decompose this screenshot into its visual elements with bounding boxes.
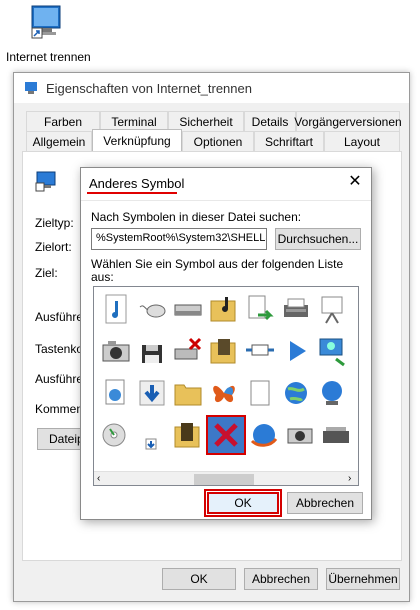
shortcut-icon bbox=[35, 170, 57, 195]
tab-verknuepfung[interactable]: Verknüpfung bbox=[92, 129, 182, 151]
tab-vorgaengerversionen[interactable]: Vorgängerversionen bbox=[294, 111, 402, 131]
dialog-cancel-button[interactable]: Abbrechen bbox=[287, 492, 363, 514]
desktop-shortcut-icon[interactable] bbox=[30, 4, 62, 42]
camera-icon[interactable] bbox=[98, 333, 134, 369]
icon-list-label: Wählen Sie ein Symbol aus der folgenden … bbox=[91, 257, 344, 284]
scroll-left-icon[interactable]: ‹ bbox=[97, 473, 100, 484]
tab-schriftart[interactable]: Schriftart bbox=[254, 131, 324, 151]
window-icon bbox=[24, 81, 38, 95]
label-zieltyp: Zieltyp: bbox=[35, 216, 74, 230]
disconnected-drive-icon[interactable] bbox=[170, 333, 206, 369]
network-globe-icon[interactable] bbox=[314, 375, 350, 411]
tab-optionen[interactable]: Optionen bbox=[182, 131, 254, 151]
printer-icon[interactable] bbox=[278, 291, 314, 327]
tab-details[interactable]: Details bbox=[244, 111, 296, 131]
globe-arrow-icon[interactable] bbox=[246, 417, 282, 453]
scanner-icon[interactable] bbox=[318, 417, 354, 453]
monitor-user-icon[interactable] bbox=[314, 333, 350, 369]
change-icon-dialog: Anderes Symbol ✕ Nach Symbolen in dieser… bbox=[80, 167, 372, 520]
butterfly-icon[interactable] bbox=[206, 375, 242, 411]
label-ziel: Ziel: bbox=[35, 266, 58, 280]
label-zielort: Zielort: bbox=[35, 240, 72, 254]
props-apply-button[interactable]: Übernehmen bbox=[326, 568, 400, 590]
title-separator bbox=[81, 200, 371, 201]
search-file-label: Nach Symbolen in dieser Datei suchen: bbox=[91, 210, 302, 224]
tab-allgemein[interactable]: Allgemein bbox=[26, 131, 92, 151]
scrollbar-thumb[interactable] bbox=[194, 474, 254, 485]
desktop-shortcut-label[interactable]: Internet trennen bbox=[6, 50, 126, 64]
mouse-icon[interactable] bbox=[134, 291, 170, 327]
presentation-board-icon[interactable] bbox=[314, 291, 350, 327]
notepad-globe-icon[interactable] bbox=[98, 375, 134, 411]
play-arrow-icon[interactable] bbox=[278, 333, 314, 369]
music-folder-icon[interactable] bbox=[206, 291, 242, 327]
picture-folder-icon[interactable] bbox=[206, 333, 242, 369]
browse-button[interactable]: Durchsuchen... bbox=[275, 228, 361, 250]
music-note-icon[interactable] bbox=[98, 291, 134, 327]
close-icon[interactable]: ✕ bbox=[347, 174, 363, 190]
icon-list[interactable]: ‹ › bbox=[93, 286, 359, 486]
video-folder-icon[interactable] bbox=[170, 417, 206, 453]
globe-icon[interactable] bbox=[278, 375, 314, 411]
tab-sicherheit[interactable]: Sicherheit bbox=[168, 111, 244, 131]
hard-drive-icon[interactable] bbox=[170, 291, 206, 327]
selected-cell-red-x-icon[interactable] bbox=[206, 415, 246, 455]
title-highlight-underline bbox=[87, 192, 177, 194]
dialog-title: Anderes Symbol bbox=[89, 176, 185, 191]
document-icon[interactable] bbox=[242, 375, 278, 411]
tab-layout[interactable]: Layout bbox=[324, 131, 400, 151]
horizontal-scrollbar[interactable]: ‹ › bbox=[94, 471, 358, 485]
download-arrow-icon[interactable] bbox=[134, 375, 170, 411]
dialog-ok-button[interactable]: OK bbox=[204, 489, 282, 517]
properties-titlebar: Eigenschaften von Internet_trennen bbox=[14, 73, 409, 103]
camera-small-icon[interactable] bbox=[282, 417, 318, 453]
icon-file-path-input[interactable]: %SystemRoot%\System32\SHELL32 bbox=[91, 228, 267, 250]
props-cancel-button[interactable]: Abbrechen bbox=[244, 568, 318, 590]
folder-icon[interactable] bbox=[170, 375, 206, 411]
properties-title: Eigenschaften von Internet_trennen bbox=[46, 81, 252, 96]
small-download-icon[interactable] bbox=[134, 417, 170, 453]
cd-drive-icon[interactable] bbox=[98, 417, 134, 453]
scroll-right-icon[interactable]: › bbox=[348, 473, 351, 484]
tab-terminal[interactable]: Terminal bbox=[100, 111, 168, 131]
floppy-disk-icon[interactable] bbox=[134, 333, 170, 369]
file-export-icon[interactable] bbox=[242, 291, 278, 327]
tab-farben[interactable]: Farben bbox=[26, 111, 100, 131]
props-ok-button[interactable]: OK bbox=[162, 568, 236, 590]
network-adapter-icon[interactable] bbox=[242, 333, 278, 369]
